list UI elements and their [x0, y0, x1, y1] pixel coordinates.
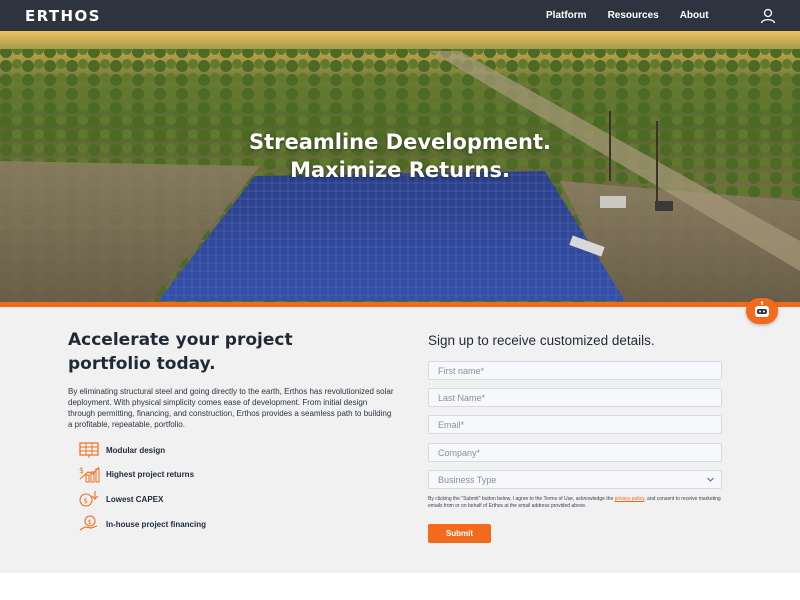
consent-text-start: By clicking the "Submit" button below, I… [428, 496, 615, 502]
business-type-value: Business Type [438, 475, 497, 485]
business-type-select[interactable]: Business Type [428, 470, 722, 489]
hero-heading: Streamline Development. Maximize Returns… [0, 128, 800, 184]
feature-highest-returns: $ Highest project returns [78, 465, 194, 483]
section-description: By eliminating structural steel and goin… [68, 387, 394, 429]
next-section-peek [0, 573, 800, 600]
chatbot-button[interactable] [746, 298, 778, 324]
consent-text: By clicking the "Submit" button below, I… [428, 496, 722, 510]
first-name-field[interactable] [428, 361, 722, 380]
feature-label: Highest project returns [106, 469, 195, 479]
form-title: Sign up to receive customized details. [428, 333, 655, 348]
coins-arrow-down-icon: $ [79, 491, 99, 507]
erthos-logo[interactable]: ERTHOS [25, 7, 101, 25]
company-field[interactable] [428, 443, 722, 462]
section-headline: Accelerate your project portfolio today. [68, 330, 293, 374]
feature-lowest-capex: $ Lowest CAPEX [78, 490, 163, 508]
chevron-down-icon [707, 477, 714, 482]
solar-panel-icon [79, 442, 99, 458]
nav-resources[interactable]: Resources [608, 10, 659, 21]
feature-modular-design: Modular design [78, 441, 165, 459]
nav-platform[interactable]: Platform [546, 10, 587, 21]
last-name-field[interactable] [428, 388, 722, 407]
svg-text:$: $ [79, 466, 84, 475]
robot-icon [755, 301, 769, 317]
top-navigation-bar: ERTHOS Platform Resources About [0, 0, 800, 31]
svg-text:$: $ [88, 518, 92, 526]
submit-button[interactable]: Submit [428, 524, 491, 543]
feature-project-financing: $ In-house project financing [78, 515, 206, 533]
bar-chart-growth-icon: $ [79, 466, 100, 483]
hand-money-icon: $ [79, 515, 98, 531]
main-nav: Platform Resources About [546, 10, 730, 21]
hero-banner: Streamline Development. Maximize Returns… [0, 31, 800, 302]
user-icon[interactable] [760, 8, 776, 24]
email-field[interactable] [428, 415, 722, 434]
nav-about[interactable]: About [680, 10, 709, 21]
feature-label: Modular design [106, 445, 166, 455]
feature-label: In-house project financing [106, 519, 207, 529]
svg-text:$: $ [84, 497, 88, 505]
feature-label: Lowest CAPEX [106, 494, 164, 504]
hero-heading-line-1: Streamline Development. [248, 130, 552, 154]
hero-heading-line-2: Maximize Returns. [290, 158, 510, 182]
privacy-policy-link[interactable]: privacy policy [615, 496, 645, 502]
